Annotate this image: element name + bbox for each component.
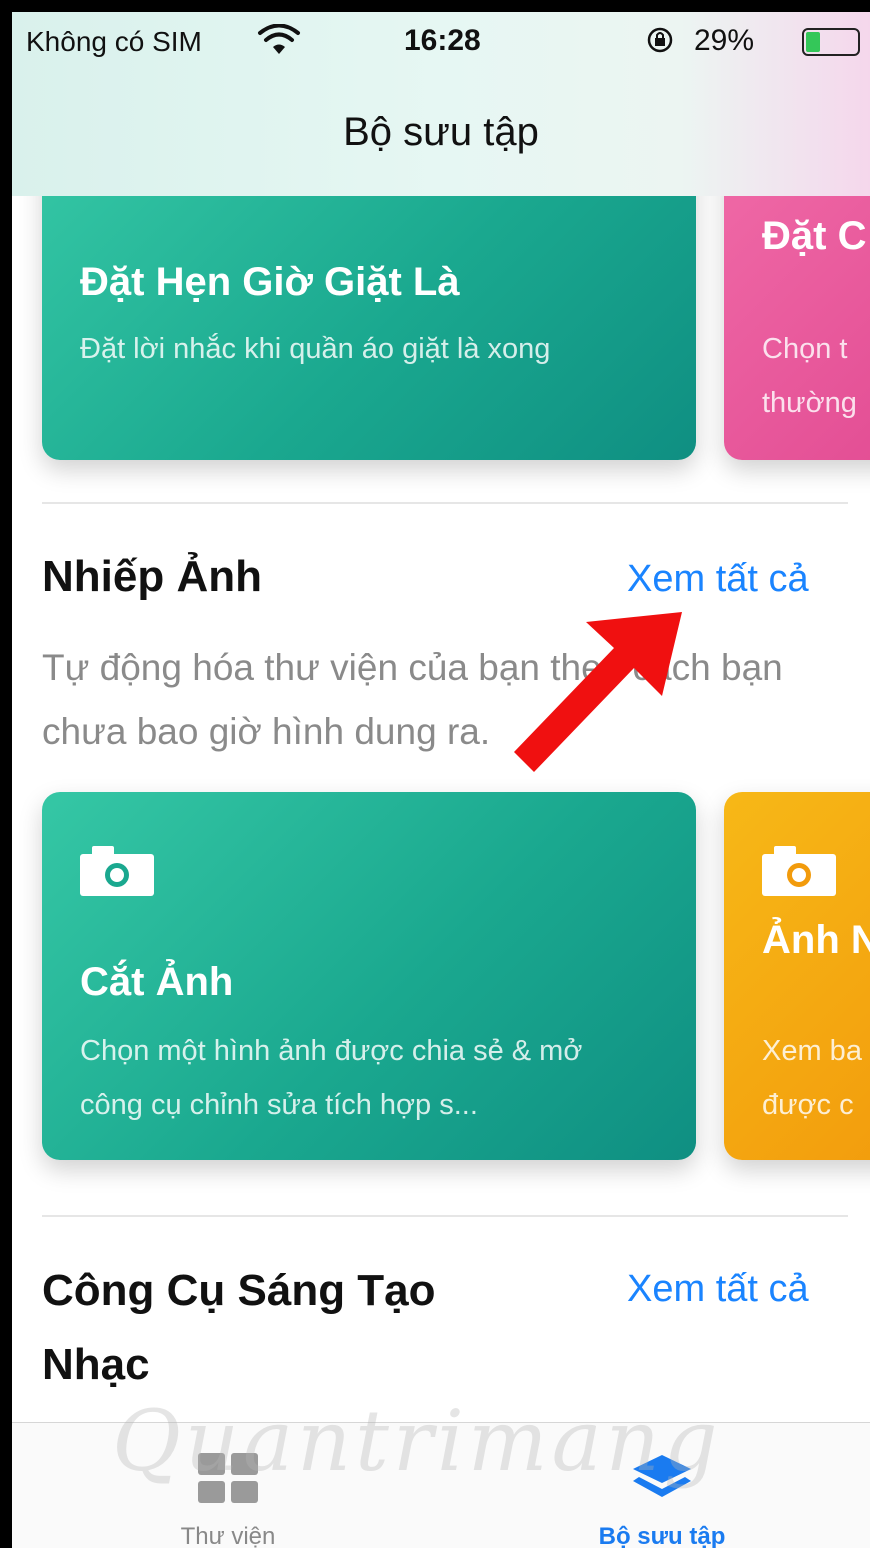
battery-icon <box>802 28 860 56</box>
card-title: Đặt C <box>762 214 867 258</box>
see-all-music-link[interactable]: Xem tất cả <box>627 1268 809 1311</box>
section-divider <box>42 1215 848 1217</box>
camera-icon <box>80 846 154 896</box>
orientation-lock-icon <box>647 27 673 53</box>
camera-icon <box>762 846 836 896</box>
shortcut-card-crop-photo[interactable]: Cắt Ảnh Chọn một hình ảnh được chia sẻ &… <box>42 792 696 1160</box>
shortcut-card-partial-yellow[interactable]: Ảnh N Xem ba được c <box>724 792 870 1160</box>
annotation-arrow <box>514 612 682 772</box>
section-title-photography: Nhiếp Ảnh <box>42 552 262 601</box>
card-description: Xem ba được c <box>762 1035 862 1121</box>
section-description: Tự động hóa thư viện của bạn theo cách b… <box>42 647 783 752</box>
battery-percentage: 29% <box>694 24 755 57</box>
card-title: Cắt Ảnh <box>80 960 234 1004</box>
phone-screen: Bộ sưu tập Không có SIM 16:28 29% Đặt Hẹ… <box>12 12 870 1548</box>
carrier-label: Không có SIM <box>26 26 202 57</box>
see-all-photography-link[interactable]: Xem tất cả <box>627 558 809 601</box>
tab-label: Bộ sưu tập <box>598 1523 726 1548</box>
watermark: Quantrimang <box>112 1392 722 1490</box>
section-title-music-tools: Công Cụ Sáng Tạo Nhạc <box>42 1266 436 1389</box>
card-title: Ảnh N <box>762 918 870 962</box>
card-description: Chọn t thường <box>762 333 857 419</box>
status-bar: Không có SIM 16:28 29% <box>12 12 870 72</box>
section-divider <box>42 502 848 504</box>
card-description: Chọn một hình ảnh được chia sẻ & mở công… <box>80 1035 583 1121</box>
card-title: Đặt Hẹn Giờ Giặt Là <box>80 260 460 304</box>
clock: 16:28 <box>404 24 481 57</box>
tab-label: Thư viện <box>180 1523 276 1548</box>
page-title: Bộ sưu tập <box>343 110 539 154</box>
card-description: Đặt lời nhắc khi quần áo giặt là xong <box>80 333 551 365</box>
wifi-icon <box>258 24 300 54</box>
